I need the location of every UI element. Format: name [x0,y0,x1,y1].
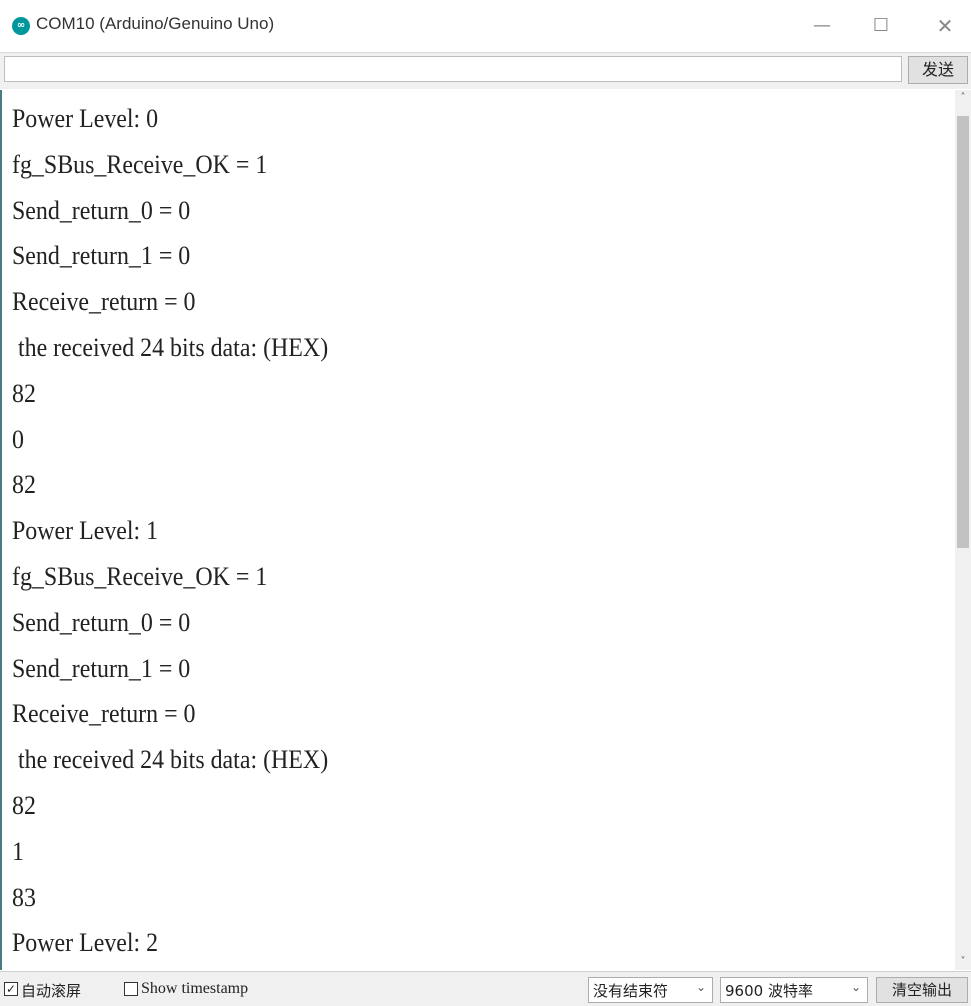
output-line: fg_SBus_Receive_OK = 1 [12,966,328,970]
serial-output[interactable]: Power Level: 0 fg_SBus_Receive_OK = 1 Send… [0,90,957,970]
output-line: the received 24 bits data: (HEX) [12,332,329,362]
send-button[interactable]: 发送 [908,56,968,84]
output-line: 82 [12,790,36,820]
line-ending-value: 没有结束符 [593,982,669,1000]
scrollbar-thumb[interactable] [957,116,969,548]
window-title: COM10 (Arduino/Genuino Uno) [36,14,275,33]
output-line: Send_return_1 = 0 [12,653,191,683]
clear-output-button[interactable]: 清空输出 [876,977,968,1003]
scroll-down-icon[interactable]: ˅ [955,954,971,970]
title-bar: ∞ COM10 (Arduino/Genuino Uno) — ☐ ✕ [0,0,971,53]
scroll-up-icon[interactable]: ˄ [955,90,971,106]
output-line: Power Level: 2 [12,928,159,958]
output-line: 0 [12,424,24,454]
baud-rate-select[interactable]: 9600 波特率 ⌄ [720,977,868,1003]
vertical-scrollbar[interactable]: ˄ ˅ [955,90,971,970]
timestamp-checkbox[interactable] [124,982,138,996]
output-line: 1 [12,836,24,866]
timestamp-label: Show timestamp [141,980,249,997]
output-line: Receive_return = 0 [12,287,196,317]
output-line: fg_SBus_Receive_OK = 1 [12,561,268,591]
output-line: the received 24 bits data: (HEX) [12,745,329,775]
output-line: 82 [12,470,36,500]
output-line: Receive_return = 0 [12,699,196,729]
serial-send-input[interactable] [4,56,902,82]
output-line: fg_SBus_Receive_OK = 1 [12,149,268,179]
send-bar: 发送 [0,53,971,89]
minimize-button[interactable]: — [802,8,842,44]
output-line: Send_return_0 = 0 [12,607,191,637]
close-button[interactable]: ✕ [925,8,965,44]
arduino-icon: ∞ [12,17,30,35]
output-line: Power Level: 0 [12,104,159,133]
output-line: 83 [12,882,36,912]
chevron-down-icon: ⌄ [850,980,861,994]
autoscroll-label: 自动滚屏 [21,982,82,1000]
output-line: Power Level: 1 [12,516,159,546]
maximize-button[interactable]: ☐ [861,8,901,44]
autoscroll-checkbox[interactable]: ✓ [4,982,18,996]
chevron-down-icon: ⌄ [695,980,706,994]
output-line: 82 [12,378,36,408]
output-lines: Power Level: 0 fg_SBus_Receive_OK = 1 Send… [12,96,328,970]
output-line: Send_return_0 = 0 [12,195,191,225]
line-ending-select[interactable]: 没有结束符 ⌄ [588,977,713,1003]
output-line: Send_return_1 = 0 [12,241,191,271]
baud-rate-value: 9600 波特率 [725,982,813,1000]
status-bar: ✓ 自动滚屏 Show timestamp 没有结束符 ⌄ 9600 波特率 ⌄… [0,971,971,1006]
